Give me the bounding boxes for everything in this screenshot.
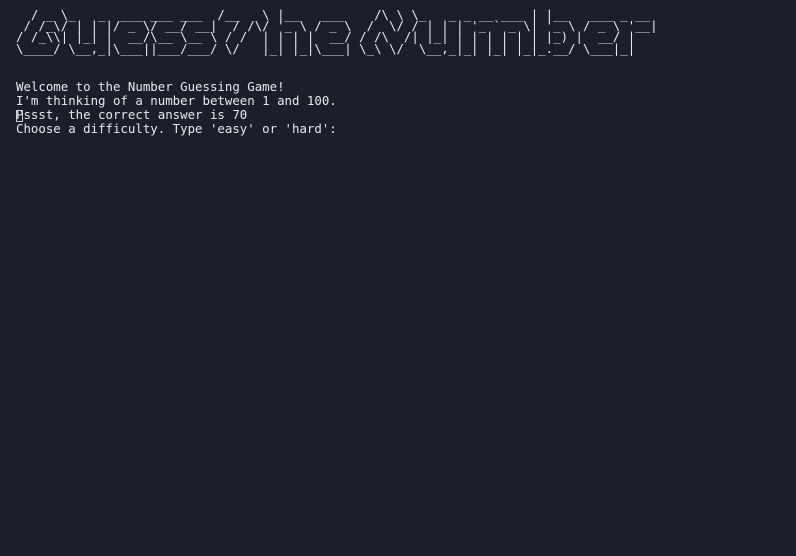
terminal-window[interactable]: / _ \_ _ ___ ___ ___ /__ \ |__ ___ /\ \ … (0, 0, 796, 556)
difficulty-prompt: Choose a difficulty. Type 'easy' or 'har… (16, 121, 337, 136)
banner-line: \____/ \__,_|\___||___/___/ \/ |_| |_|\_… (16, 40, 636, 56)
hint-message: Pssst, the correct answer is 70 (16, 107, 248, 122)
terminal-output: Welcome to the Number Guessing Game! I'm… (16, 80, 337, 136)
ascii-art-banner: / _ \_ _ ___ ___ ___ /__ \ |__ ___ /\ \ … (16, 8, 658, 56)
range-message: I'm thinking of a number between 1 and 1… (16, 93, 337, 108)
text-cursor (16, 110, 23, 122)
welcome-message: Welcome to the Number Guessing Game! (16, 79, 285, 94)
